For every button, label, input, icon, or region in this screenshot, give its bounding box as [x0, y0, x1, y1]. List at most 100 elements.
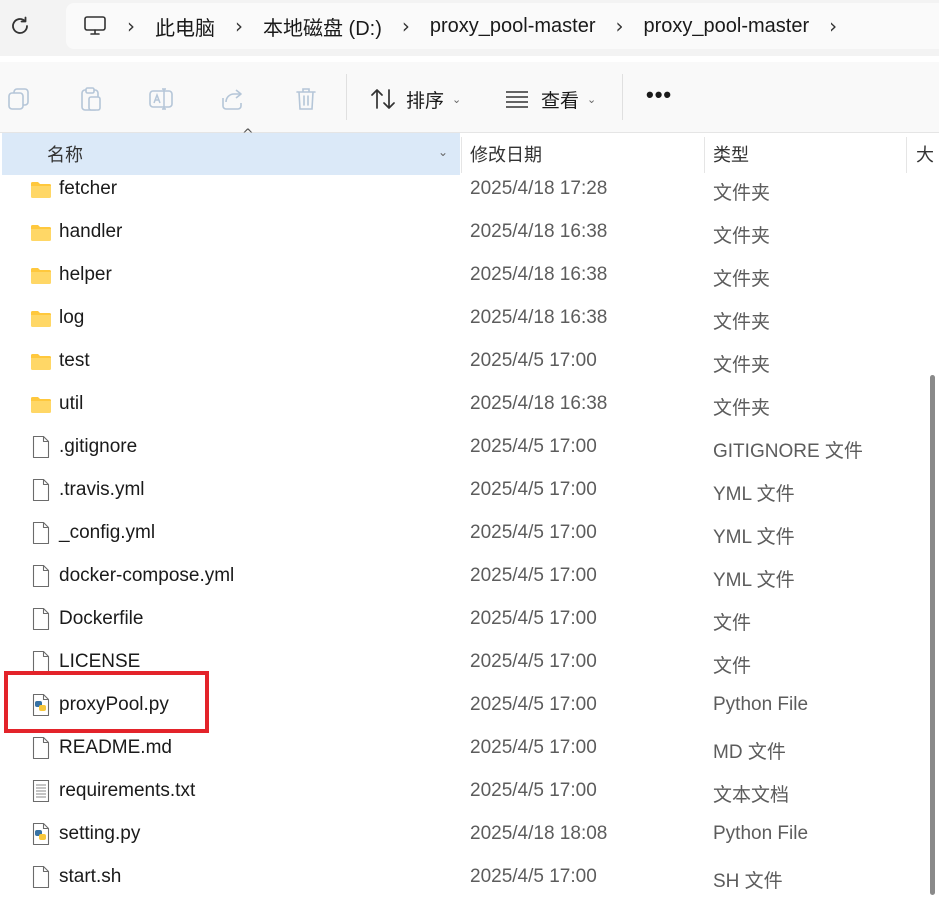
chevron-down-icon: ⌄: [452, 92, 462, 106]
file-type: 文件夹: [713, 226, 771, 247]
table-row[interactable]: Dockerfile 2025/4/5 17:00 文件: [0, 597, 939, 640]
file-date: 2025/4/5 17:00: [470, 436, 597, 457]
table-row[interactable]: test 2025/4/5 17:00 文件夹: [0, 339, 939, 382]
toolbar-divider: [622, 74, 623, 120]
file-icon: [30, 521, 52, 545]
address-bar-region: › 此电脑 › 本地磁盘 (D:) › proxy_pool-master › …: [0, 0, 939, 56]
rename-icon[interactable]: [148, 86, 174, 112]
file-type: 文件夹: [713, 269, 771, 290]
table-row[interactable]: util 2025/4/18 16:38 文件夹: [0, 382, 939, 425]
breadcrumb-proxy-pool-master-inner[interactable]: proxy_pool-master: [644, 15, 810, 38]
delete-icon[interactable]: [293, 86, 319, 112]
breadcrumb-this-pc[interactable]: 此电脑: [155, 12, 215, 41]
vertical-scrollbar[interactable]: [930, 375, 935, 895]
file-date: 2025/4/18 17:28: [470, 178, 608, 199]
file-type: Python File: [713, 823, 809, 844]
file-name: handler: [59, 221, 123, 242]
folder-icon: [30, 392, 52, 416]
file-type: 文本文档: [713, 785, 790, 806]
table-row[interactable]: helper 2025/4/18 16:38 文件夹: [0, 253, 939, 296]
column-modified-label: 修改日期: [470, 145, 542, 165]
file-type: 文件夹: [713, 398, 771, 419]
file-name: docker-compose.yml: [59, 565, 235, 586]
view-button[interactable]: 查看 ⌄: [505, 84, 596, 114]
paste-icon[interactable]: [77, 86, 103, 112]
file-date: 2025/4/5 17:00: [470, 780, 597, 801]
file-type: MD 文件: [713, 742, 786, 763]
table-row[interactable]: start.sh 2025/4/5 17:00 SH 文件: [0, 855, 939, 898]
file-type: 文件夹: [713, 183, 771, 204]
folder-icon: [30, 263, 52, 287]
chevron-right-icon[interactable]: ›: [235, 14, 243, 38]
column-name-label: 名称: [47, 145, 83, 165]
sort-label: 排序: [406, 90, 445, 112]
sort-ascending-icon: ^: [242, 127, 254, 143]
file-type: YML 文件: [713, 570, 795, 591]
table-row[interactable]: setting.py 2025/4/18 18:08 Python File: [0, 812, 939, 855]
chevron-right-icon[interactable]: ›: [127, 14, 135, 38]
chevron-down-icon[interactable]: ⌄: [438, 145, 448, 159]
file-name: fetcher: [59, 178, 118, 199]
sort-button[interactable]: 排序 ⌄: [370, 84, 461, 114]
sort-icon: [371, 89, 395, 109]
file-name: LICENSE: [59, 651, 141, 672]
refresh-icon[interactable]: [8, 14, 32, 38]
table-row[interactable]: _config.yml 2025/4/5 17:00 YML 文件: [0, 511, 939, 554]
file-type: 文件: [713, 613, 752, 634]
toolbar-divider: [346, 74, 347, 120]
text-file-icon: [30, 779, 52, 803]
highlight-box: [4, 671, 209, 733]
file-name: util: [59, 393, 84, 414]
breadcrumb[interactable]: › 此电脑 › 本地磁盘 (D:) › proxy_pool-master › …: [66, 3, 939, 49]
file-icon: [30, 865, 52, 889]
table-row[interactable]: fetcher 2025/4/18 17:28 文件夹: [0, 167, 939, 210]
file-date: 2025/4/5 17:00: [470, 350, 597, 371]
column-size-label: 大: [916, 145, 934, 165]
folder-icon: [30, 306, 52, 330]
table-row[interactable]: .gitignore 2025/4/5 17:00 GITIGNORE 文件: [0, 425, 939, 468]
view-label: 查看: [541, 90, 580, 112]
folder-icon: [30, 349, 52, 373]
file-icon: [30, 736, 52, 760]
copy-icon[interactable]: [6, 86, 32, 112]
file-type: Python File: [713, 694, 809, 715]
file-name: .travis.yml: [59, 479, 145, 500]
view-list-icon: [506, 91, 528, 108]
file-date: 2025/4/5 17:00: [470, 522, 597, 543]
file-type: SH 文件: [713, 871, 783, 892]
file-name: test: [59, 350, 90, 371]
share-icon[interactable]: [220, 86, 246, 112]
file-date: 2025/4/5 17:00: [470, 651, 597, 672]
breadcrumb-proxy-pool-master[interactable]: proxy_pool-master: [430, 15, 596, 38]
column-type-label: 类型: [713, 145, 749, 165]
file-type: YML 文件: [713, 484, 795, 505]
file-date: 2025/4/5 17:00: [470, 694, 597, 715]
file-date: 2025/4/5 17:00: [470, 608, 597, 629]
file-icon: [30, 435, 52, 459]
file-date: 2025/4/5 17:00: [470, 866, 597, 887]
file-type: 文件夹: [713, 312, 771, 333]
file-icon: [30, 564, 52, 588]
file-type: 文件夹: [713, 355, 771, 376]
table-row[interactable]: log 2025/4/18 16:38 文件夹: [0, 296, 939, 339]
file-date: 2025/4/18 16:38: [470, 221, 608, 242]
table-row[interactable]: docker-compose.yml 2025/4/5 17:00 YML 文件: [0, 554, 939, 597]
table-row[interactable]: .travis.yml 2025/4/5 17:00 YML 文件: [0, 468, 939, 511]
file-name: README.md: [59, 737, 172, 758]
chevron-right-icon[interactable]: ›: [829, 14, 837, 38]
table-row[interactable]: requirements.txt 2025/4/5 17:00 文本文档: [0, 769, 939, 812]
file-date: 2025/4/18 16:38: [470, 264, 608, 285]
chevron-right-icon[interactable]: ›: [616, 14, 624, 38]
file-type: YML 文件: [713, 527, 795, 548]
breadcrumb-local-disk[interactable]: 本地磁盘 (D:): [263, 12, 382, 41]
file-date: 2025/4/18 16:38: [470, 393, 608, 414]
file-date: 2025/4/5 17:00: [470, 737, 597, 758]
file-name: _config.yml: [59, 522, 156, 543]
chevron-right-icon[interactable]: ›: [402, 14, 410, 38]
table-row[interactable]: handler 2025/4/18 16:38 文件夹: [0, 210, 939, 253]
folder-icon: [30, 220, 52, 244]
more-options-button[interactable]: •••: [646, 82, 672, 108]
file-icon: [30, 607, 52, 631]
file-name: start.sh: [59, 866, 122, 887]
file-list: fetcher 2025/4/18 17:28 文件夹 handler 2025/4/1…: [0, 167, 939, 898]
